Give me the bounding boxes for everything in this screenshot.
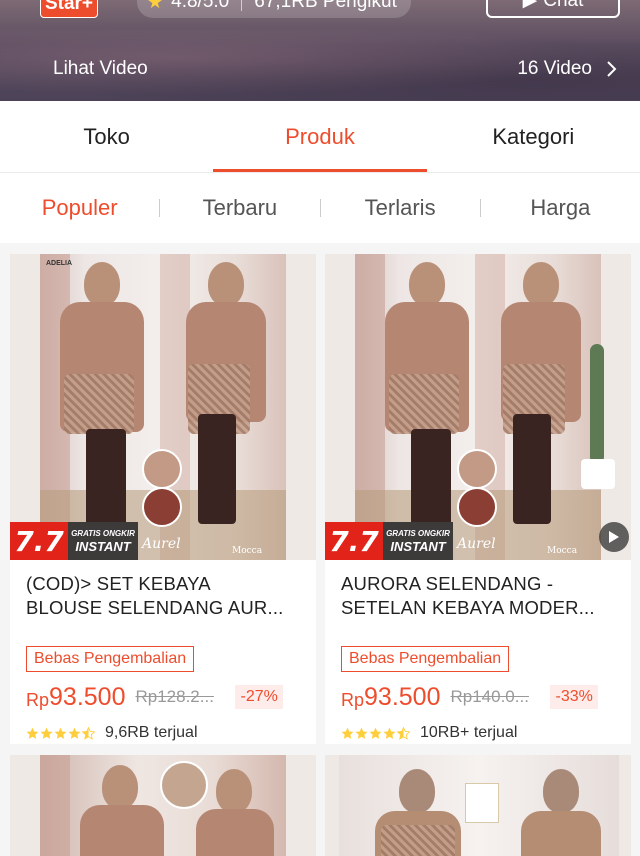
shop-rating: 4.8/5.0 bbox=[171, 0, 230, 12]
sort-bar: Populer Terbaru Terlaris Harga bbox=[0, 173, 640, 243]
play-video-icon[interactable] bbox=[599, 522, 629, 552]
free-return-badge: Bebas Pengembalian bbox=[341, 646, 510, 672]
brand-signature: Aurel bbox=[142, 536, 181, 552]
rating-stars bbox=[341, 726, 410, 740]
brand-logo-icon bbox=[465, 783, 499, 823]
free-return-badge: Bebas Pengembalian bbox=[26, 646, 195, 672]
tab-kategori[interactable]: Kategori bbox=[427, 101, 640, 172]
product-image: ADELIA 7.7 GRATIS ONGKIR INSTANT Aurel M… bbox=[10, 254, 316, 560]
star-icon bbox=[383, 727, 396, 739]
watch-video-link[interactable]: Lihat Video bbox=[53, 58, 148, 80]
price: 93.500 bbox=[49, 682, 126, 711]
product-card[interactable] bbox=[10, 755, 316, 856]
color-name: Mocca bbox=[232, 546, 263, 556]
discount-badge: -33% bbox=[550, 685, 598, 709]
discount-badge: -27% bbox=[235, 685, 283, 709]
tab-produk[interactable]: Produk bbox=[213, 101, 427, 172]
rating-stars bbox=[26, 726, 95, 740]
video-count: 16 Video bbox=[517, 58, 592, 79]
chat-button[interactable]: ▶ Chat bbox=[486, 0, 620, 18]
star-icon bbox=[369, 727, 382, 739]
sold-count: 9,6RB terjual bbox=[105, 724, 198, 741]
video-count-link[interactable]: 16 Video bbox=[517, 58, 620, 80]
product-card[interactable]: ADELIA 7.7 GRATIS ONGKIR INSTANT Aurel M… bbox=[10, 254, 316, 744]
price-row: Rp 93.500 Rp140.0... -33% bbox=[341, 680, 631, 714]
video-row[interactable]: Lihat Video 16 Video bbox=[0, 37, 640, 101]
star-icon: ★ bbox=[147, 0, 164, 12]
chat-label: Chat bbox=[543, 0, 584, 11]
divider bbox=[241, 0, 243, 11]
star-icon bbox=[68, 727, 81, 739]
product-image bbox=[10, 755, 316, 856]
promo-77: 7.7 bbox=[10, 522, 68, 560]
free-shipping-badge: GRATIS ONGKIR INSTANT bbox=[383, 522, 453, 560]
sort-populer[interactable]: Populer bbox=[0, 195, 159, 221]
sort-terbaru[interactable]: Terbaru bbox=[160, 195, 319, 221]
chat-icon: ▶ bbox=[522, 0, 538, 11]
shop-followers: 67,1RB Pengikut bbox=[254, 0, 397, 12]
half-star-icon bbox=[82, 726, 95, 740]
price: 93.500 bbox=[364, 682, 441, 711]
star-plus-badge: Star+ bbox=[40, 0, 98, 18]
price-currency: Rp bbox=[26, 689, 50, 710]
sort-terlaris[interactable]: Terlaris bbox=[321, 195, 480, 221]
price-row: Rp 93.500 Rp128.2... -27% bbox=[26, 680, 316, 714]
brand-signature: Aurel bbox=[457, 536, 496, 552]
color-name: Mocca bbox=[547, 546, 578, 556]
shop-tabs: Toko Produk Kategori bbox=[0, 101, 640, 173]
product-title[interactable]: (COD)> SET KEBAYA BLOUSE SELENDANG AUR..… bbox=[26, 572, 302, 620]
rating-sold-row: 10RB+ terjual bbox=[341, 724, 517, 742]
shop-stats: ★ 4.8/5.0 67,1RB Pengikut bbox=[137, 0, 411, 18]
star-icon bbox=[26, 727, 39, 739]
sort-harga[interactable]: Harga bbox=[481, 195, 640, 221]
product-card[interactable]: 7.7 GRATIS ONGKIR INSTANT Aurel Mocca AU… bbox=[325, 254, 631, 744]
half-star-icon bbox=[397, 726, 410, 740]
rating-sold-row: 9,6RB terjual bbox=[26, 724, 198, 742]
promo-badge: 7.7 GRATIS ONGKIR INSTANT bbox=[325, 522, 559, 560]
price-currency: Rp bbox=[341, 689, 365, 710]
promo-badge: 7.7 GRATIS ONGKIR INSTANT bbox=[10, 522, 244, 560]
star-icon bbox=[341, 727, 354, 739]
sold-count: 10RB+ terjual bbox=[420, 724, 518, 741]
original-price: Rp140.0... bbox=[450, 687, 529, 706]
tab-toko[interactable]: Toko bbox=[0, 101, 213, 172]
promo-77: 7.7 bbox=[325, 522, 383, 560]
original-price: Rp128.2... bbox=[135, 687, 214, 706]
product-image: 7.7 GRATIS ONGKIR INSTANT Aurel Mocca bbox=[325, 254, 631, 560]
star-icon bbox=[40, 727, 53, 739]
shop-banner: Star+ ★ 4.8/5.0 67,1RB Pengikut ▶ Chat L… bbox=[0, 0, 640, 101]
free-shipping-badge: GRATIS ONGKIR INSTANT bbox=[68, 522, 138, 560]
product-card[interactable] bbox=[325, 755, 631, 856]
product-image bbox=[325, 755, 631, 856]
product-grid: ADELIA 7.7 GRATIS ONGKIR INSTANT Aurel M… bbox=[0, 243, 640, 856]
star-icon bbox=[54, 727, 67, 739]
brand-logo: ADELIA bbox=[46, 260, 73, 267]
chevron-right-icon bbox=[607, 61, 617, 77]
product-title[interactable]: AURORA SELENDANG - SETELAN KEBAYA MODER.… bbox=[341, 572, 617, 620]
star-icon bbox=[355, 727, 368, 739]
